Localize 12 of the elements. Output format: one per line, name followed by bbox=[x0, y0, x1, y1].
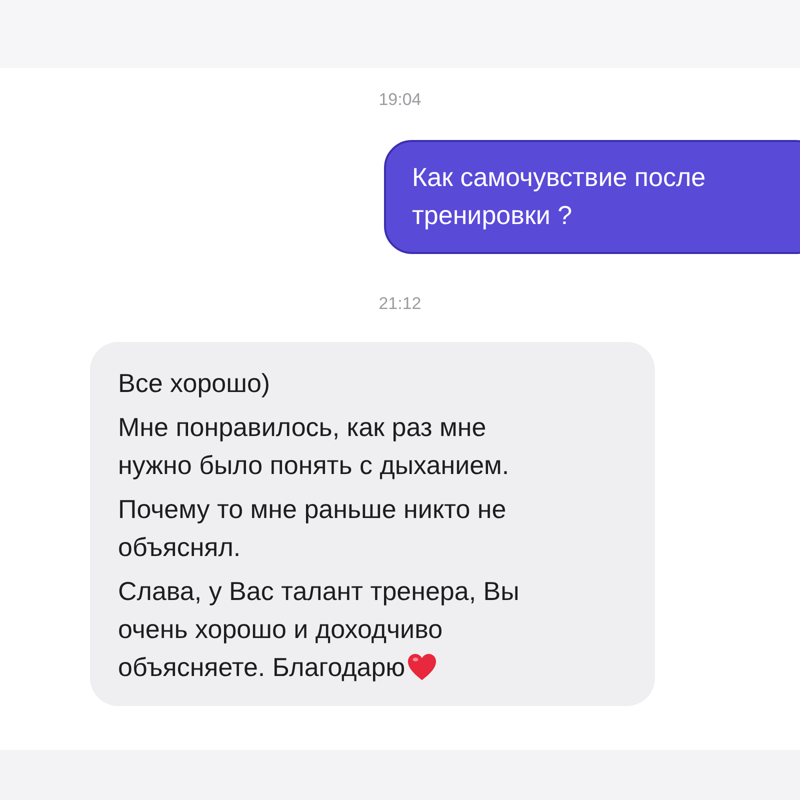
message-text: Мне понравилось, как раз мне bbox=[118, 411, 486, 444]
message-text: объясняете. Благодарю bbox=[118, 651, 406, 684]
timestamp: 19:04 bbox=[378, 90, 422, 110]
message-text: Слава, у Вас талант тренера, Вы bbox=[118, 575, 520, 608]
message-text: Как самочувствие после bbox=[412, 161, 706, 194]
timestamp: 21:12 bbox=[378, 294, 422, 314]
message-text: Почему то мне раньше никто не bbox=[118, 493, 506, 526]
message-text: нужно было понять с дыханием. bbox=[118, 449, 510, 482]
message-text: очень хорошо и доходчиво bbox=[118, 613, 443, 646]
message-text: объяснял. bbox=[118, 531, 241, 564]
message-text: Все хорошо) bbox=[118, 367, 270, 400]
message-text: тренировки ? bbox=[412, 199, 572, 232]
